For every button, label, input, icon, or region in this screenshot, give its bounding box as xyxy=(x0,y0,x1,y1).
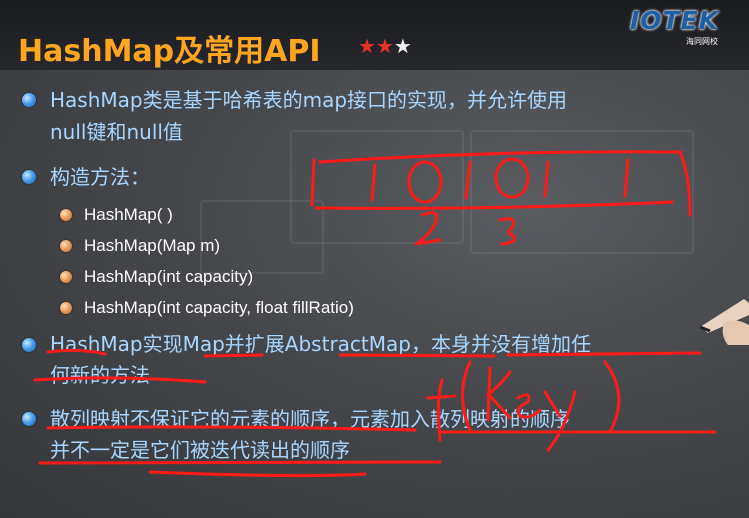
logo-text: IOTEK xyxy=(630,6,720,35)
bullet-1-line-1: HashMap类是基于哈希表的map接口的实现，并允许使用 xyxy=(50,88,568,112)
sub-bullet-icon xyxy=(60,240,72,252)
bullet-icon xyxy=(22,93,36,107)
star-filled-icon: ★ xyxy=(375,34,394,58)
sub-bullet-icon xyxy=(60,302,72,314)
difficulty-rating: ★★★ xyxy=(358,34,412,58)
constructor-item: HashMap(int capacity) xyxy=(84,267,254,286)
star-filled-icon: ★ xyxy=(358,34,376,58)
sub-bullet-icon xyxy=(60,271,72,283)
bullet-icon xyxy=(22,170,36,184)
constructor-item: HashMap(Map m) xyxy=(84,236,221,255)
star-empty-icon: ★ xyxy=(393,34,412,58)
bullet-1-line-2: null键和null值 xyxy=(50,120,183,144)
bullet-icon xyxy=(22,338,36,352)
bullet-3-line-1: HashMap实现Map并扩展AbstractMap，本身并没有增加任 xyxy=(50,332,591,356)
bullet-icon xyxy=(22,412,36,426)
iotek-logo: IOTEK 海同网校 xyxy=(630,6,738,48)
bullet-2-line-1: 构造方法： xyxy=(50,165,150,189)
bullet-3-line-2: 何新的方法 xyxy=(50,363,150,387)
logo-subtitle: 海同网校 xyxy=(686,37,718,46)
constructor-item: HashMap( ) xyxy=(84,205,173,224)
sub-bullet-icon xyxy=(60,209,72,221)
bullet-4-line-2: 并不一定是它们被迭代读出的顺序 xyxy=(50,438,350,462)
constructor-item: HashMap(int capacity, float fillRatio) xyxy=(84,298,354,317)
slide-title: HashMap及常用API xyxy=(18,34,321,69)
slide-header: HashMap及常用API ★★★ IOTEK 海同网校 xyxy=(0,0,749,70)
stylus-pen-icon xyxy=(700,299,749,345)
background-screen-shape xyxy=(470,130,694,254)
bullet-4-line-1: 散列映射不保证它的元素的顺序，元素加入散列映射的顺序 xyxy=(50,407,570,431)
